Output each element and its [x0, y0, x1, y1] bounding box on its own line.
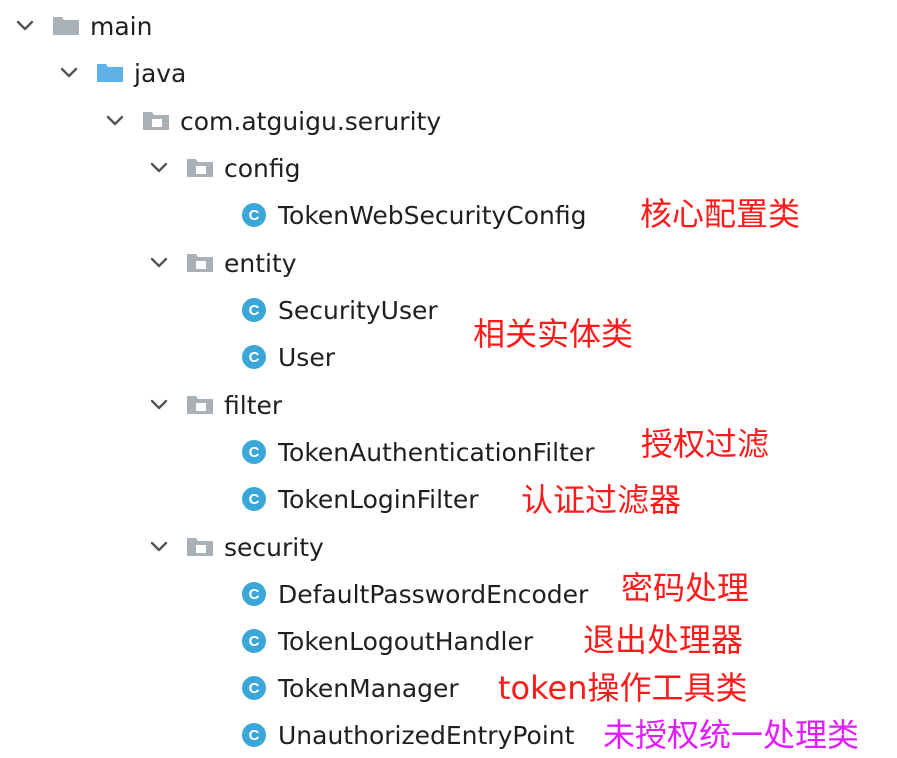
- class-icon: C: [240, 343, 268, 371]
- annotation-entity: 相关实体类: [473, 315, 634, 353]
- tree-row-class[interactable]: C DefaultPasswordEncoder: [240, 574, 588, 614]
- tree-label: config: [224, 153, 301, 183]
- tree-row-class[interactable]: C TokenAuthenticationFilter: [240, 432, 595, 472]
- tree-row-class[interactable]: C TokenManager: [240, 668, 459, 708]
- class-icon: C: [240, 580, 268, 608]
- tree-label: SecurityUser: [278, 295, 438, 325]
- tree-row-entity[interactable]: entity: [148, 243, 297, 283]
- source-folder-icon: [96, 63, 124, 83]
- tree-label: entity: [224, 248, 297, 278]
- chevron-down-icon[interactable]: [148, 252, 170, 274]
- package-icon: [186, 253, 214, 273]
- package-icon: [186, 537, 214, 557]
- tree-row-class[interactable]: C User: [240, 337, 335, 377]
- svg-text:C: C: [249, 444, 260, 461]
- tree-label: java: [134, 58, 187, 88]
- tree-row-class[interactable]: C TokenLogoutHandler: [240, 621, 533, 661]
- tree-row-class[interactable]: C TokenWebSecurityConfig: [240, 195, 587, 235]
- annotation-logout: 退出处理器: [583, 621, 744, 659]
- svg-text:C: C: [249, 586, 260, 603]
- tree-label: DefaultPasswordEncoder: [278, 579, 589, 609]
- tree-row-config[interactable]: config: [148, 148, 301, 188]
- svg-text:C: C: [249, 302, 260, 319]
- chevron-down-icon[interactable]: [58, 62, 80, 84]
- tree-row-main[interactable]: main: [14, 6, 152, 46]
- annotation-login-filter: 认证过滤器: [521, 481, 682, 519]
- svg-text:C: C: [249, 491, 260, 508]
- class-icon: C: [240, 485, 268, 513]
- tree-label: UnauthorizedEntryPoint: [278, 720, 575, 750]
- package-icon: [142, 111, 170, 131]
- class-icon: C: [240, 721, 268, 749]
- tree-label: main: [90, 11, 153, 41]
- class-icon: C: [240, 201, 268, 229]
- package-icon: [186, 158, 214, 178]
- tree-row-class[interactable]: C TokenLoginFilter: [240, 479, 479, 519]
- tree-label: com.atguigu.serurity: [180, 106, 442, 136]
- tree-row-class[interactable]: C SecurityUser: [240, 290, 438, 330]
- class-icon: C: [240, 627, 268, 655]
- tree-row-filter[interactable]: filter: [148, 385, 282, 425]
- project-tree: main java com.atguigu.serurity config C …: [0, 0, 897, 758]
- class-icon: C: [240, 674, 268, 702]
- tree-label: security: [224, 532, 324, 562]
- svg-text:C: C: [249, 727, 260, 744]
- svg-text:C: C: [249, 349, 260, 366]
- tree-row-class[interactable]: C UnauthorizedEntryPoint: [240, 715, 574, 755]
- svg-text:C: C: [249, 633, 260, 650]
- class-icon: C: [240, 296, 268, 324]
- annotation-unauthorized: 未授权统一处理类: [603, 716, 860, 754]
- tree-label: TokenManager: [278, 673, 459, 703]
- tree-row-security[interactable]: security: [148, 527, 324, 567]
- svg-text:C: C: [249, 207, 260, 224]
- annotation-authorization-filter: 授权过滤: [641, 425, 770, 463]
- chevron-down-icon[interactable]: [148, 157, 170, 179]
- tree-label: TokenWebSecurityConfig: [278, 200, 587, 230]
- svg-text:C: C: [249, 680, 260, 697]
- annotation-token-manager: token操作工具类: [498, 669, 748, 707]
- tree-row-java[interactable]: java: [58, 53, 186, 93]
- chevron-down-icon[interactable]: [148, 394, 170, 416]
- tree-label: TokenLogoutHandler: [278, 626, 534, 656]
- chevron-down-icon[interactable]: [14, 15, 36, 37]
- annotation-config: 核心配置类: [640, 195, 801, 233]
- annotation-password: 密码处理: [621, 569, 750, 607]
- tree-label: TokenLoginFilter: [278, 484, 479, 514]
- folder-icon: [52, 16, 80, 36]
- tree-label: TokenAuthenticationFilter: [278, 437, 595, 467]
- chevron-down-icon[interactable]: [148, 536, 170, 558]
- tree-row-package[interactable]: com.atguigu.serurity: [104, 101, 441, 141]
- package-icon: [186, 395, 214, 415]
- tree-label: User: [278, 342, 335, 372]
- chevron-down-icon[interactable]: [104, 110, 126, 132]
- tree-label: filter: [224, 390, 283, 420]
- class-icon: C: [240, 438, 268, 466]
